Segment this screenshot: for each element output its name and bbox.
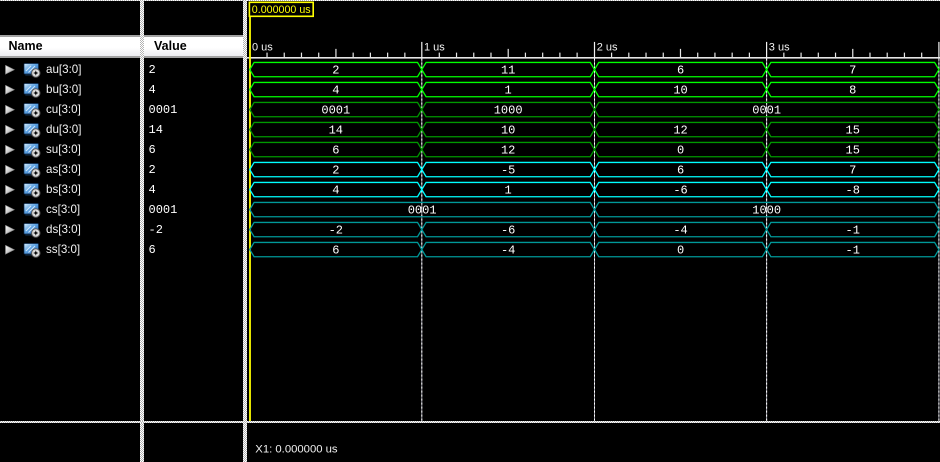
svg-text:-8: -8	[846, 183, 860, 197]
svg-text:0001: 0001	[752, 103, 781, 117]
svg-text:-1: -1	[846, 223, 860, 237]
svg-text:0: 0	[677, 243, 684, 257]
svg-text:-5: -5	[501, 163, 515, 177]
svg-text:1 us: 1 us	[424, 41, 445, 53]
svg-text:12: 12	[501, 143, 515, 157]
svg-text:0001: 0001	[408, 203, 437, 217]
svg-text:-4: -4	[673, 223, 687, 237]
svg-text:4: 4	[332, 183, 339, 197]
svg-text:-1: -1	[846, 243, 860, 257]
svg-text:-2: -2	[329, 223, 343, 237]
svg-text:8: 8	[849, 83, 856, 97]
svg-text:0.000000 us: 0.000000 us	[252, 4, 311, 16]
svg-text:-6: -6	[501, 223, 515, 237]
svg-text:6: 6	[332, 143, 339, 157]
svg-text:-4: -4	[501, 243, 515, 257]
svg-text:1: 1	[505, 83, 512, 97]
svg-text:11: 11	[501, 63, 515, 77]
svg-text:2: 2	[332, 163, 339, 177]
svg-text:7: 7	[849, 63, 856, 77]
svg-text:2 us: 2 us	[597, 41, 618, 53]
svg-text:12: 12	[673, 123, 687, 137]
svg-text:0 us: 0 us	[252, 41, 273, 53]
svg-text:3 us: 3 us	[769, 41, 790, 53]
svg-text:4: 4	[332, 83, 339, 97]
svg-text:1: 1	[505, 183, 512, 197]
svg-text:10: 10	[673, 83, 687, 97]
svg-text:6: 6	[677, 163, 684, 177]
svg-text:6: 6	[332, 243, 339, 257]
svg-text:2: 2	[332, 63, 339, 77]
svg-text:0: 0	[677, 143, 684, 157]
svg-text:15: 15	[846, 123, 860, 137]
svg-text:10: 10	[501, 123, 515, 137]
svg-text:1000: 1000	[752, 203, 781, 217]
svg-text:1000: 1000	[494, 103, 523, 117]
svg-text:-6: -6	[673, 183, 687, 197]
svg-text:X1: 0.000000 us: X1: 0.000000 us	[255, 443, 338, 455]
svg-text:0001: 0001	[321, 103, 350, 117]
svg-text:15: 15	[846, 143, 860, 157]
svg-text:6: 6	[677, 63, 684, 77]
svg-text:14: 14	[329, 123, 343, 137]
svg-text:7: 7	[849, 163, 856, 177]
